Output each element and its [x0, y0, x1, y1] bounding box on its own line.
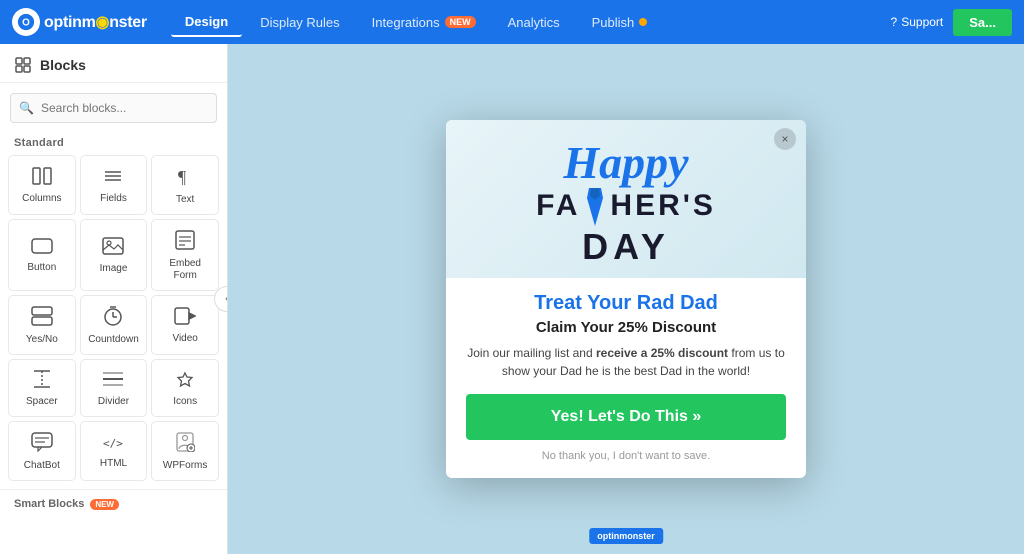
day-text: DAY [582, 226, 670, 268]
video-label: Video [172, 333, 197, 345]
promo-subtitle: Claim Your 25% Discount [466, 319, 786, 336]
embed-form-icon [175, 230, 195, 253]
fathers-day-block: FA HER'S DAY [466, 186, 786, 268]
block-item-video[interactable]: Video [151, 295, 219, 355]
fields-icon [103, 167, 123, 188]
block-item-columns[interactable]: Columns [8, 155, 76, 215]
logo[interactable]: O optinm◉nster [12, 8, 147, 36]
brand-watermark: optinmonster [589, 528, 663, 544]
divider-icon [102, 370, 124, 391]
blocks-grid: Columns Fields ¶ [0, 155, 227, 489]
search-icon: 🔍 [19, 101, 34, 115]
fields-label: Fields [100, 193, 127, 205]
svg-text:</>: </> [103, 437, 123, 450]
video-icon [174, 307, 196, 328]
smart-blocks-badge: NEW [90, 499, 119, 510]
cta-button[interactable]: Yes! Let's Do This » [466, 394, 786, 440]
nav-tab-design[interactable]: Design [171, 8, 242, 37]
button-label: Button [27, 262, 56, 274]
publish-dot [639, 18, 647, 26]
nav-right: ? Support Sa... [891, 9, 1012, 36]
promo-title: Treat Your Rad Dad [466, 292, 786, 315]
modal-body: Treat Your Rad Dad Claim Your 25% Discou… [446, 278, 806, 478]
yes-no-label: Yes/No [26, 334, 58, 346]
columns-label: Columns [22, 193, 61, 205]
blocks-icon [14, 56, 32, 74]
nav-tabs: Design Display Rules Integrations NEW An… [171, 8, 891, 37]
tie-icon [584, 188, 606, 226]
block-item-divider[interactable]: Divider [80, 359, 148, 417]
image-label: Image [100, 263, 128, 275]
fathers-row: FA HER'S [536, 186, 716, 226]
nav-tab-analytics[interactable]: Analytics [494, 9, 574, 36]
image-icon [102, 237, 124, 258]
integrations-badge: NEW [445, 16, 476, 28]
block-item-yes-no[interactable]: Yes/No [8, 295, 76, 355]
decline-link[interactable]: No thank you, I don't want to save. [466, 450, 786, 462]
html-icon: </> [102, 434, 124, 453]
sidebar: Blocks 🔍 Standard Columns [0, 44, 228, 554]
divider-label: Divider [98, 396, 129, 408]
main-layout: Blocks 🔍 Standard Columns [0, 44, 1024, 554]
block-item-chatbot[interactable]: ChatBot [8, 421, 76, 481]
support-label: Support [901, 15, 943, 29]
question-icon: ? [891, 15, 898, 29]
canvas-area[interactable]: × Happy FA HER'S DAY [228, 44, 1024, 554]
embed-form-label: Embed Form [158, 258, 212, 282]
text-label: Text [176, 194, 194, 206]
save-button[interactable]: Sa... [953, 9, 1012, 36]
support-button[interactable]: ? Support [891, 15, 944, 29]
top-nav: O optinm◉nster Design Display Rules Inte… [0, 0, 1024, 44]
columns-icon [32, 167, 52, 188]
modal-close-button[interactable]: × [774, 128, 796, 150]
spacer-label: Spacer [26, 396, 58, 408]
promo-description: Join our mailing list and receive a 25% … [466, 344, 786, 380]
block-item-button[interactable]: Button [8, 219, 76, 291]
block-item-icons[interactable]: Icons [151, 359, 219, 417]
search-box: 🔍 [10, 93, 217, 123]
block-item-countdown[interactable]: Countdown [80, 295, 148, 355]
search-input[interactable] [10, 93, 217, 123]
smart-blocks-section: Smart Blocks NEW [0, 489, 227, 514]
sidebar-header: Blocks [0, 44, 227, 83]
button-icon [31, 238, 53, 257]
spacer-icon [31, 370, 53, 391]
block-item-embed-form[interactable]: Embed Form [151, 219, 219, 291]
block-item-image[interactable]: Image [80, 219, 148, 291]
block-item-html[interactable]: </> HTML [80, 421, 148, 481]
chatbot-icon [31, 432, 53, 455]
logo-text: optinm◉nster [44, 12, 147, 32]
icons-label: Icons [173, 396, 197, 408]
modal-header: Happy FA HER'S DAY [446, 120, 806, 278]
logo-icon: O [12, 8, 40, 36]
block-item-spacer[interactable]: Spacer [8, 359, 76, 417]
yes-no-icon [31, 306, 53, 329]
countdown-label: Countdown [88, 334, 139, 346]
html-label: HTML [100, 458, 127, 470]
blocks-title: Blocks [40, 57, 86, 73]
smart-blocks-label: Smart Blocks [14, 498, 84, 510]
block-item-wpforms[interactable]: WPForms [151, 421, 219, 481]
popup-modal: × Happy FA HER'S DAY [446, 120, 806, 478]
nav-tab-publish[interactable]: Publish [578, 9, 662, 36]
wpforms-icon [175, 432, 195, 455]
svg-text:O: O [22, 18, 30, 29]
text-icon: ¶ [176, 166, 194, 189]
nav-tab-integrations[interactable]: Integrations NEW [358, 9, 490, 36]
happy-text: Happy [466, 140, 786, 186]
block-item-fields[interactable]: Fields [80, 155, 148, 215]
block-item-text[interactable]: ¶ Text [151, 155, 219, 215]
standard-section-label: Standard [0, 129, 227, 155]
wpforms-label: WPForms [163, 460, 207, 472]
chatbot-label: ChatBot [24, 460, 60, 472]
svg-text:¶: ¶ [178, 167, 186, 186]
icons-icon [175, 370, 195, 391]
nav-tab-display-rules[interactable]: Display Rules [246, 9, 353, 36]
countdown-icon [103, 306, 123, 329]
